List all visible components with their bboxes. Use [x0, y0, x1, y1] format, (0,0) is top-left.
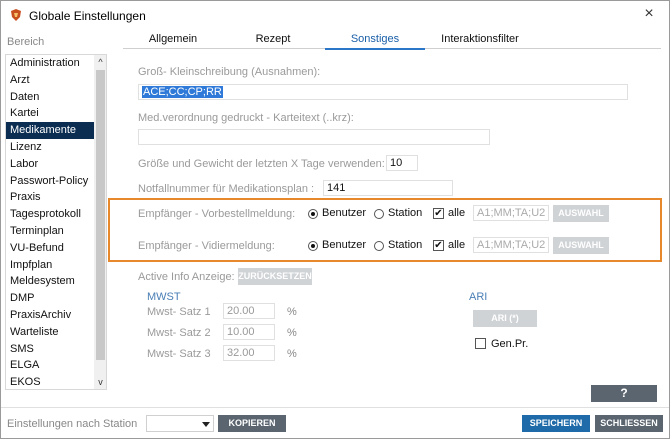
- vidier-alle-label: alle: [448, 239, 466, 251]
- vorbestell-alle-label: alle: [448, 207, 466, 219]
- sidebar-item-praxisarchiv[interactable]: PraxisArchiv: [6, 307, 94, 324]
- sidebar-item-passwort-policy[interactable]: Passwort-Policy: [6, 173, 94, 190]
- sidebar-item-sms[interactable]: SMS: [6, 341, 94, 358]
- vidier-alle-checkbox[interactable]: ✔: [433, 240, 444, 251]
- vidier-benutzer-radio[interactable]: [308, 241, 318, 251]
- vorbestell-auswahl-button[interactable]: AUSWAHL: [553, 205, 609, 222]
- help-button[interactable]: ?: [591, 385, 657, 402]
- vorbestell-label: Empfänger - Vorbestellmeldung:: [138, 208, 296, 220]
- groesse-label: Größe und Gewicht der letzten X Tage ver…: [138, 158, 385, 170]
- med-label: Med.verordnung gedruckt - Karteitext (..…: [138, 112, 354, 124]
- mwst-label: Mwst- Satz 2: [147, 327, 211, 339]
- station-label: Einstellungen nach Station: [7, 418, 138, 430]
- window-title: Globale Einstellungen: [29, 9, 146, 23]
- tab-bar: Allgemein Rezept Sonstiges Interaktionsf…: [123, 33, 661, 50]
- percent-unit: %: [287, 306, 297, 318]
- vorbestell-benutzer-radio[interactable]: [308, 209, 318, 219]
- close-icon[interactable]: ×: [639, 5, 659, 23]
- vidier-station-label: Station: [388, 239, 423, 251]
- gen-pr-label: Gen.Pr.: [491, 338, 529, 350]
- sidebar: Administration Arzt Daten Kartei Medikamente…: [5, 54, 107, 390]
- vorbestell-station-radio[interactable]: [374, 209, 384, 219]
- sidebar-item-tagesprotokoll[interactable]: Tagesprotokoll: [6, 206, 94, 223]
- groesse-input[interactable]: 10: [386, 155, 418, 171]
- chevron-down-icon[interactable]: v: [94, 375, 106, 389]
- chevron-down-icon: [202, 422, 210, 427]
- tab-allgemein[interactable]: Allgemein: [123, 33, 223, 49]
- sidebar-item-warteliste[interactable]: Warteliste: [6, 324, 94, 341]
- tab-sonstiges[interactable]: Sonstiges: [325, 33, 425, 50]
- vorbestell-station-label: Station: [388, 207, 423, 219]
- mwst-input[interactable]: 10.00: [223, 324, 275, 340]
- sidebar-scrollbar[interactable]: ^ v: [94, 55, 106, 389]
- tab-interaktionsfilter[interactable]: Interaktionsfilter: [425, 33, 535, 49]
- tab-rezept[interactable]: Rezept: [223, 33, 323, 49]
- vorbestell-benutzer-label: Benutzer: [322, 207, 367, 219]
- speichern-button[interactable]: SPEICHERN: [522, 415, 590, 432]
- sidebar-item-arzt[interactable]: Arzt: [6, 72, 94, 89]
- sidebar-header: Bereich: [7, 36, 45, 48]
- kopieren-button[interactable]: KOPIEREN: [218, 415, 286, 432]
- footer-divider: [1, 407, 669, 408]
- gross-label: Groß- Kleinschreibung (Ausnahmen):: [138, 66, 321, 78]
- percent-unit: %: [287, 348, 297, 360]
- vidier-benutzer-label: Benutzer: [322, 239, 367, 251]
- vidier-station-radio[interactable]: [374, 241, 384, 251]
- scrollbar-thumb[interactable]: [96, 70, 105, 360]
- notfall-label: Notfallnummer für Medikationsplan :: [138, 183, 315, 195]
- vorbestell-alle-checkbox[interactable]: ✔: [433, 208, 444, 219]
- station-dropdown[interactable]: [146, 415, 214, 432]
- ari-title: ARI: [469, 291, 488, 303]
- mwst-input[interactable]: 20.00: [223, 303, 275, 319]
- active-info-label: Active Info Anzeige:: [138, 271, 235, 283]
- vidier-stations-field[interactable]: A1;MM;TA;U2: [473, 237, 549, 253]
- gross-input[interactable]: ACE;CC;CP;RR: [138, 84, 628, 100]
- med-input[interactable]: [138, 129, 490, 145]
- vidier-label: Empfänger - Vidiermeldung:: [138, 240, 275, 252]
- zuruecksetzen-button[interactable]: ZURÜCKSETZEN: [238, 268, 312, 285]
- sidebar-item-terminplan[interactable]: Terminplan: [6, 223, 94, 240]
- sidebar-item-medikamente[interactable]: Medikamente: [6, 122, 94, 139]
- chevron-up-icon[interactable]: ^: [94, 55, 106, 69]
- ari-button[interactable]: ARI (*): [473, 310, 537, 327]
- mwst-input[interactable]: 32.00: [223, 345, 275, 361]
- sidebar-item-praxis[interactable]: Praxis: [6, 189, 94, 206]
- gen-pr-checkbox[interactable]: [475, 338, 486, 349]
- mwst-label: Mwst- Satz 1: [147, 306, 211, 318]
- sidebar-item-impfplan[interactable]: Impfplan: [6, 257, 94, 274]
- schliessen-button[interactable]: SCHLIESSEN: [595, 415, 663, 432]
- sidebar-item-daten[interactable]: Daten: [6, 89, 94, 106]
- sidebar-item-kartei[interactable]: Kartei: [6, 105, 94, 122]
- sidebar-list: Administration Arzt Daten Kartei Medikamente…: [6, 55, 94, 389]
- sidebar-item-vu-befund[interactable]: VU-Befund: [6, 240, 94, 257]
- sidebar-item-meldesystem[interactable]: Meldesystem: [6, 273, 94, 290]
- sidebar-item-lizenz[interactable]: Lizenz: [6, 139, 94, 156]
- sidebar-item-elga[interactable]: ELGA: [6, 357, 94, 374]
- sidebar-item-administration[interactable]: Administration: [6, 55, 94, 72]
- percent-unit: %: [287, 327, 297, 339]
- vorbestell-stations-field[interactable]: A1;MM;TA;U2: [473, 205, 549, 221]
- sidebar-item-ekos[interactable]: EKOS: [6, 374, 94, 389]
- title-bar: Globale Einstellungen ×: [1, 1, 669, 29]
- sidebar-item-labor[interactable]: Labor: [6, 156, 94, 173]
- notfall-input[interactable]: 141: [323, 180, 453, 196]
- sidebar-item-dmp[interactable]: DMP: [6, 290, 94, 307]
- vidier-auswahl-button[interactable]: AUSWAHL: [553, 237, 609, 254]
- settings-window: Globale Einstellungen × Bereich Administ…: [0, 0, 670, 439]
- app-logo-icon: [11, 9, 21, 21]
- mwst-title: MWST: [147, 291, 181, 303]
- mwst-label: Mwst- Satz 3: [147, 348, 211, 360]
